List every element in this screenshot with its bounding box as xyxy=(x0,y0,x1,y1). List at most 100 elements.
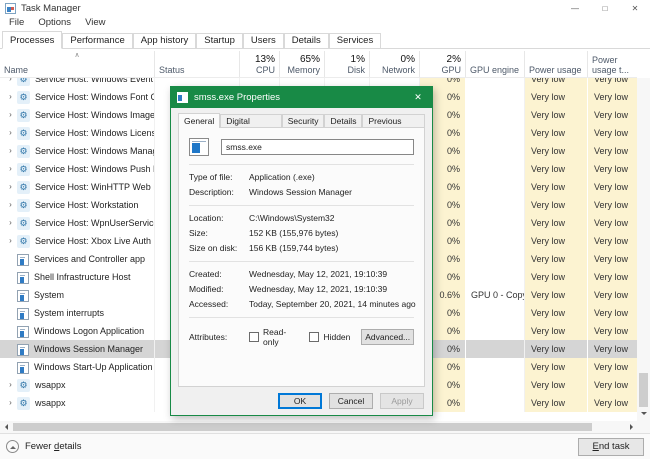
process-name: Service Host: Windows Push No... xyxy=(35,160,154,178)
power-usage-cell: Very low xyxy=(525,214,588,232)
column-header-power-usage-t[interactable]: Power usage t... xyxy=(588,51,637,77)
plain-header-label: Power usage t... xyxy=(592,55,633,75)
power-usage-trend-cell: Very low xyxy=(588,124,637,142)
column-header-gpu-engine[interactable]: GPU engine xyxy=(466,51,525,77)
process-name-cell: ›⚙wsappx xyxy=(0,376,155,394)
plain-header-label: Power usage xyxy=(529,65,583,75)
expand-chevron-icon[interactable]: › xyxy=(4,78,17,88)
gpu-engine-cell xyxy=(466,124,525,142)
dialog-tab-previous-versions[interactable]: Previous Versions xyxy=(362,114,425,127)
metric-label: CPU xyxy=(244,65,275,75)
gear-icon: ⚙ xyxy=(17,199,30,212)
maximize-button[interactable]: □ xyxy=(590,0,620,16)
column-header-status[interactable]: Status xyxy=(155,51,240,77)
process-name: wsappx xyxy=(35,376,66,394)
process-name: Service Host: WpnUserService_1... xyxy=(35,214,154,232)
plain-header-label: GPU engine xyxy=(470,65,520,75)
vertical-scrollbar[interactable] xyxy=(637,78,650,433)
expand-chevron-icon[interactable]: › xyxy=(4,232,17,250)
field-type-of-file: Type of file:Application (.exe) xyxy=(189,172,414,183)
separator xyxy=(189,317,414,318)
window-controls: — □ ✕ xyxy=(560,0,650,16)
power-usage-trend-cell: Very low xyxy=(588,142,637,160)
menu-options[interactable]: Options xyxy=(31,16,78,30)
field-location: Location:C:\Windows\System32 xyxy=(189,213,414,224)
gear-icon: ⚙ xyxy=(17,127,30,140)
power-usage-trend-cell: Very low xyxy=(588,268,637,286)
scroll-down-icon[interactable] xyxy=(637,407,650,420)
expand-chevron-icon[interactable]: › xyxy=(4,214,17,232)
dialog-close-icon[interactable]: ✕ xyxy=(404,87,432,108)
gpu-engine-cell xyxy=(466,88,525,106)
power-usage-trend-cell: Very low xyxy=(588,178,637,196)
app-window-icon xyxy=(17,344,29,356)
read-only-checkbox[interactable]: Read-only xyxy=(249,327,298,347)
process-name: System xyxy=(34,286,64,304)
dialog-tab-details[interactable]: Details xyxy=(324,114,362,127)
advanced-button[interactable]: Advanced... xyxy=(361,329,414,345)
cancel-button[interactable]: Cancel xyxy=(329,393,373,409)
scroll-right-icon[interactable] xyxy=(625,421,637,433)
menu-file[interactable]: File xyxy=(2,16,31,30)
expand-chevron-icon[interactable]: › xyxy=(4,142,17,160)
vertical-scrollbar-thumb[interactable] xyxy=(639,373,648,407)
column-header-power-usage[interactable]: Power usage xyxy=(525,51,588,77)
gpu-engine-cell xyxy=(466,340,525,358)
expand-chevron-icon[interactable]: › xyxy=(4,88,17,106)
horizontal-scrollbar-thumb[interactable] xyxy=(13,423,592,431)
end-task-button[interactable]: End task xyxy=(578,438,644,456)
app-window-icon xyxy=(17,326,29,338)
expand-chevron-icon[interactable]: › xyxy=(4,106,17,124)
column-header-memory[interactable]: 65%Memory xyxy=(280,51,325,77)
process-name: Windows Start-Up Application xyxy=(34,358,153,376)
expand-chevron-icon[interactable]: › xyxy=(4,124,17,142)
expand-chevron-icon[interactable]: › xyxy=(4,394,17,412)
tab-users[interactable]: Users xyxy=(243,33,284,48)
expand-chevron-icon[interactable]: › xyxy=(4,178,17,196)
column-header-name[interactable]: ∧Name xyxy=(0,51,155,77)
tab-app-history[interactable]: App history xyxy=(133,33,197,48)
expand-chevron-icon[interactable]: › xyxy=(4,376,17,394)
process-name-cell: Windows Start-Up Application xyxy=(0,358,155,376)
process-name: Service Host: Windows Image A... xyxy=(35,106,154,124)
column-header-cpu[interactable]: 13%CPU xyxy=(240,51,280,77)
sort-ascending-icon: ∧ xyxy=(74,52,79,59)
power-usage-cell: Very low xyxy=(525,196,588,214)
scroll-left-icon[interactable] xyxy=(0,421,12,433)
expand-chevron-icon[interactable]: › xyxy=(4,196,17,214)
filename-input[interactable] xyxy=(221,139,414,155)
horizontal-scrollbar[interactable] xyxy=(0,421,637,433)
dialog-tab-general[interactable]: General xyxy=(178,113,220,128)
field-value: 152 KB (155,976 bytes) xyxy=(249,228,414,239)
process-name-cell: ›⚙Service Host: Windows Font Ca... xyxy=(0,88,155,106)
power-usage-cell: Very low xyxy=(525,358,588,376)
tab-processes[interactable]: Processes xyxy=(2,31,62,49)
dialog-buttons: OK Cancel Apply xyxy=(278,393,424,409)
field-label: Modified: xyxy=(189,284,249,295)
dialog-tab-security[interactable]: Security xyxy=(282,114,325,127)
tab-details[interactable]: Details xyxy=(284,33,329,48)
close-button[interactable]: ✕ xyxy=(620,0,650,16)
field-accessed: Accessed:Today, September 20, 2021, 14 m… xyxy=(189,299,414,310)
dialog-tab-digital-signatures[interactable]: Digital Signatures xyxy=(220,114,282,127)
hidden-checkbox[interactable]: Hidden xyxy=(309,332,350,342)
field-modified: Modified:Wednesday, May 12, 2021, 19:10:… xyxy=(189,284,414,295)
column-header-disk[interactable]: 1%Disk xyxy=(325,51,370,77)
menu-view[interactable]: View xyxy=(78,16,112,30)
apply-button[interactable]: Apply xyxy=(380,393,424,409)
column-header-gpu[interactable]: 2%GPU xyxy=(420,51,466,77)
field-label: Accessed: xyxy=(189,299,249,310)
tab-strip: ProcessesPerformanceApp historyStartupUs… xyxy=(0,30,650,49)
fewer-details-button[interactable]: Fewer details xyxy=(6,440,82,453)
gpu-engine-cell xyxy=(466,322,525,340)
expand-chevron-icon[interactable]: › xyxy=(4,160,17,178)
attributes-row: Attributes: Read-only Hidden Advanced... xyxy=(189,327,414,347)
ok-button[interactable]: OK xyxy=(278,393,322,409)
app-window-icon xyxy=(17,290,29,302)
tab-performance[interactable]: Performance xyxy=(62,33,132,48)
minimize-button[interactable]: — xyxy=(560,0,590,16)
tab-startup[interactable]: Startup xyxy=(196,33,243,48)
tab-services[interactable]: Services xyxy=(329,33,381,48)
power-usage-trend-cell: Very low xyxy=(588,376,637,394)
column-header-network[interactable]: 0%Network xyxy=(370,51,420,77)
